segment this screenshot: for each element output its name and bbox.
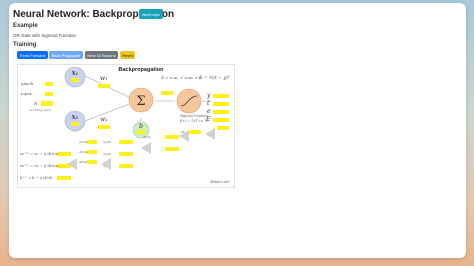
- svg-text:∂E/∂w: ∂E/∂w: [79, 140, 88, 144]
- input-x2-label: x₂: [72, 113, 79, 121]
- output-y-label: y: [206, 92, 211, 99]
- back-propagate-button[interactable]: Back Propagate: [49, 51, 83, 59]
- backprop-diagram: Backpropagation x₁ x₂ w₁ w₂ epoch input …: [20, 66, 230, 184]
- E-value-box: [213, 118, 229, 122]
- diagram-title: Backpropagation: [119, 67, 165, 73]
- error-formula: E = ½(t − y)²: [198, 74, 230, 81]
- eta-note: (learning rate): [29, 108, 52, 112]
- weight-w2-label: w₂: [100, 116, 108, 123]
- back-arrow-icon: [101, 158, 111, 170]
- bias-value-box: [137, 130, 145, 134]
- y-value-box: [213, 94, 229, 98]
- watermark: 3Blue1.net: [210, 179, 230, 184]
- input-value-box: [45, 92, 53, 96]
- activation-formula: f(z) = 1/(1+e⁻ᶻ): [179, 119, 208, 123]
- e-value-box: [213, 110, 229, 114]
- svg-text:∂y/∂Σ: ∂y/∂Σ: [103, 140, 112, 144]
- weight-w1-label: w₁: [100, 75, 108, 82]
- back-arrow-icon: [205, 128, 215, 140]
- w1-value-box: [98, 84, 110, 88]
- t-value-box: [213, 102, 229, 106]
- back-arrow-icon: [67, 158, 77, 170]
- input-x1-label: x₁: [72, 69, 79, 77]
- x1-value-box: [71, 78, 79, 82]
- training-heading: Training: [13, 42, 37, 48]
- svg-text:∂y/∂Σ: ∂y/∂Σ: [103, 152, 112, 156]
- svg-text:∂E/∂y: ∂E/∂y: [143, 135, 151, 139]
- reset-button[interactable]: Reset: [120, 51, 135, 59]
- update-w2-formula: w₂ⁿᵉʷ = w₂ − η ∂E/∂w₂: [20, 164, 59, 168]
- feed-forward-button[interactable]: Feed Forward: [17, 51, 48, 59]
- error-E-label: E: [205, 116, 211, 123]
- eta-label: η: [34, 101, 37, 107]
- update-b-formula: bⁿᵉʷ = b − η ∂E/∂b: [20, 176, 53, 180]
- example-heading: Example: [13, 23, 38, 29]
- input-label: input: [21, 91, 32, 96]
- epoch-label: epoch: [21, 81, 34, 86]
- next-topic-button[interactable]: Next topic: [139, 9, 163, 19]
- sum-formula: Σ = x₁w₁ + x₂w₂ + b: [160, 75, 202, 80]
- back-arrow-icon: [141, 142, 151, 154]
- x2-value-box: [71, 122, 79, 126]
- update-w1-formula: w₁ⁿᵉʷ = w₁ − η ∂E/∂w₁: [20, 152, 59, 156]
- w2-value-box: [98, 125, 110, 129]
- svg-text:∂E/∂b: ∂E/∂b: [79, 160, 87, 164]
- error-e-label: e: [207, 108, 211, 115]
- sum-symbol: Σ: [136, 94, 145, 109]
- eta-value-box[interactable]: [41, 101, 53, 106]
- train-epochs-button[interactable]: Next 10 Epochs: [85, 51, 118, 59]
- activation-label: Sigmoid Function: [180, 114, 207, 118]
- activation-node: [176, 88, 202, 114]
- bias-label: b: [139, 123, 143, 130]
- epoch-value-box: [45, 82, 53, 86]
- example-subtitle: OR Gate with Sigmoid Function: [13, 33, 77, 38]
- sum-value-box: [161, 91, 173, 95]
- svg-text:∂E/∂w: ∂E/∂w: [79, 150, 88, 154]
